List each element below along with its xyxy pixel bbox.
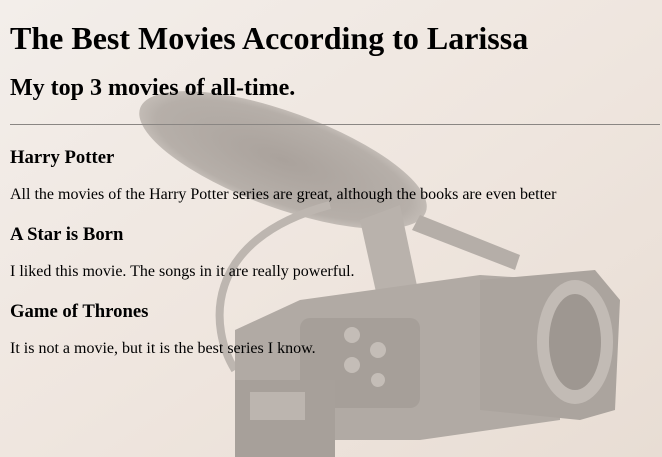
movie-description: All the movies of the Harry Potter serie… <box>10 186 557 203</box>
movie-list: Harry Potter All the movies of the Harry… <box>10 147 650 378</box>
movie-title: Harry Potter <box>10 147 115 168</box>
movie-description: I liked this movie. The songs in it are … <box>10 263 355 280</box>
movie-title: Game of Thrones <box>10 301 149 322</box>
movie-item: Game of Thrones It is not a movie, but i… <box>10 301 650 378</box>
movie-title: A Star is Born <box>10 224 124 245</box>
movie-description: It is not a movie, but it is the best se… <box>10 340 316 357</box>
movie-item: A Star is Born I liked this movie. The s… <box>10 224 650 301</box>
page-title: The Best Movies According to Larissa <box>10 20 529 56</box>
movie-item: Harry Potter All the movies of the Harry… <box>10 147 650 224</box>
divider <box>10 124 660 125</box>
page-subtitle: My top 3 movies of all-time. <box>10 75 296 101</box>
